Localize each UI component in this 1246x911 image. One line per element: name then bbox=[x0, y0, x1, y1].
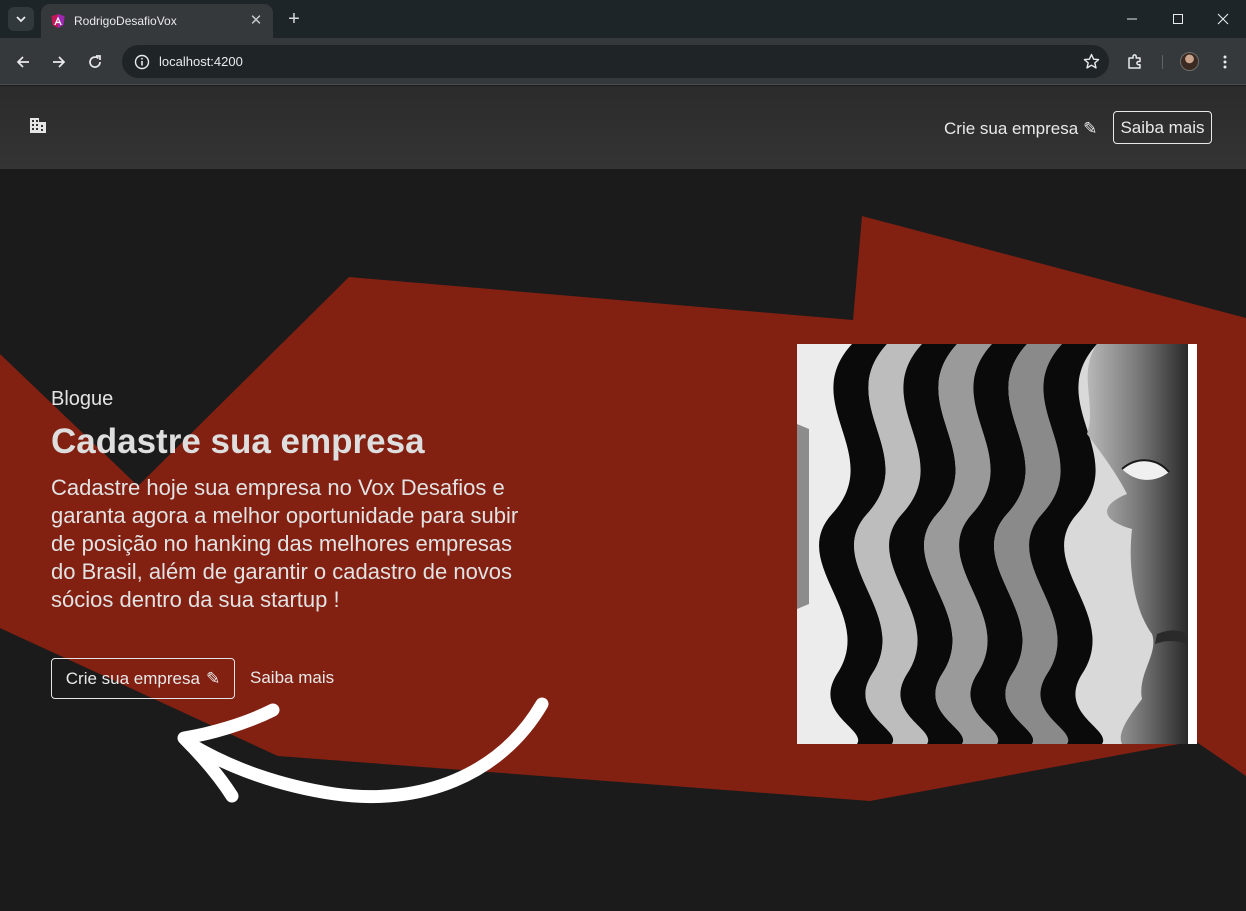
browser-tab[interactable]: RodrigoDesafioVox ✕ bbox=[41, 4, 273, 38]
minimize-icon bbox=[1127, 18, 1137, 20]
bookmark-button[interactable] bbox=[1073, 53, 1109, 70]
puzzle-icon bbox=[1128, 54, 1141, 69]
browser-toolbar: localhost:4200 bbox=[0, 38, 1246, 85]
create-company-label: Crie sua empresa bbox=[65, 668, 200, 688]
chevron-down-icon bbox=[16, 16, 26, 23]
pencil-icon: ✎ bbox=[205, 668, 221, 688]
app-navbar: Crie sua empresa ✎ Saiba mais bbox=[0, 86, 1246, 169]
info-icon bbox=[134, 54, 150, 69]
tab-title: RodrigoDesafioVox bbox=[74, 14, 177, 28]
extensions-button[interactable] bbox=[1121, 48, 1149, 76]
hero-description: Cadastre hoje sua empresa no Vox Desafio… bbox=[51, 475, 519, 612]
navbar-create-company-label: Crie sua empresa bbox=[944, 119, 1079, 138]
curved-arrow-icon bbox=[177, 697, 549, 804]
hero-title: Cadastre sua empresa bbox=[51, 422, 425, 461]
tab-search-button[interactable] bbox=[8, 7, 34, 31]
hero-eyebrow: Blogue bbox=[51, 388, 114, 410]
close-icon bbox=[1217, 13, 1229, 25]
url-text: localhost:4200 bbox=[159, 54, 243, 69]
minimize-button[interactable] bbox=[1109, 4, 1155, 34]
building-icon[interactable] bbox=[28, 115, 48, 135]
angular-favicon-icon bbox=[51, 14, 65, 28]
kebab-menu-icon bbox=[1223, 55, 1227, 69]
star-icon bbox=[1083, 53, 1099, 69]
create-company-button[interactable]: Crie sua empresa ✎ bbox=[51, 658, 235, 699]
toolbar-separator bbox=[1162, 55, 1163, 69]
arrow-left-icon bbox=[16, 56, 29, 68]
learn-more-link[interactable]: Saiba mais bbox=[250, 668, 334, 688]
reload-button[interactable] bbox=[81, 48, 109, 76]
new-tab-button[interactable]: + bbox=[283, 8, 305, 30]
back-button[interactable] bbox=[9, 48, 37, 76]
tab-close-icon[interactable]: ✕ bbox=[248, 13, 264, 29]
forward-button[interactable] bbox=[45, 48, 73, 76]
page-viewport: Crie sua empresa ✎ Saiba mais Blogue Cad… bbox=[0, 86, 1246, 911]
reload-icon bbox=[89, 55, 101, 68]
pencil-icon: ✎ bbox=[1083, 119, 1098, 138]
profile-avatar[interactable] bbox=[1180, 52, 1199, 71]
browser-tabstrip: RodrigoDesafioVox ✕ + bbox=[0, 0, 1246, 38]
maximize-button[interactable] bbox=[1155, 4, 1201, 34]
arrow-right-icon bbox=[53, 56, 66, 68]
maximize-icon bbox=[1173, 14, 1183, 24]
navbar-create-company-link[interactable]: Crie sua empresa ✎ bbox=[944, 119, 1097, 139]
navbar-learn-more-button[interactable]: Saiba mais bbox=[1113, 111, 1212, 144]
hero-artwork-image bbox=[797, 344, 1197, 744]
site-info-button[interactable] bbox=[132, 52, 152, 72]
address-bar[interactable]: localhost:4200 bbox=[122, 45, 1109, 78]
browser-menu-button[interactable] bbox=[1211, 48, 1239, 76]
window-close-button[interactable] bbox=[1200, 4, 1246, 34]
